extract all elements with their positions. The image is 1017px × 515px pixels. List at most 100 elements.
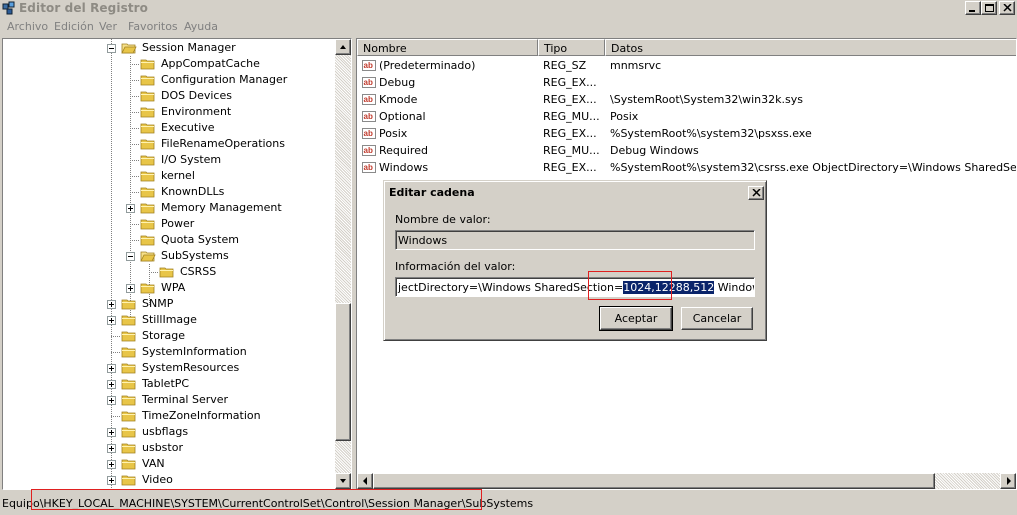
list-scroll-thumb[interactable] bbox=[373, 473, 935, 489]
tree-item[interactable]: FileRenameOperations bbox=[3, 136, 333, 152]
list-horizontal-scrollbar[interactable] bbox=[357, 473, 1016, 489]
scroll-down-button[interactable] bbox=[335, 473, 351, 489]
list-row[interactable]: ab Posix REG_EX... %SystemRoot%\system32\ps… bbox=[357, 125, 1016, 142]
expand-icon[interactable] bbox=[107, 316, 116, 325]
menu-ayuda[interactable]: Ayuda bbox=[184, 20, 218, 33]
tree-item[interactable]: TabletPC bbox=[3, 376, 333, 392]
tree-item-label: SNMP bbox=[142, 297, 174, 310]
tree-connector bbox=[130, 224, 140, 225]
collapse-icon[interactable] bbox=[126, 252, 135, 261]
menu-edicion[interactable]: Edición bbox=[54, 20, 94, 33]
tree-item[interactable]: Configuration Manager bbox=[3, 72, 333, 88]
scroll-left-button[interactable] bbox=[357, 473, 373, 489]
column-header-datos[interactable]: Datos bbox=[605, 39, 1016, 56]
tree-item[interactable]: Executive bbox=[3, 120, 333, 136]
tree-connector bbox=[130, 192, 140, 193]
cancel-button[interactable]: Cancelar bbox=[681, 307, 753, 330]
tree-connector bbox=[130, 64, 140, 65]
tree-item[interactable]: SubSystems bbox=[3, 248, 333, 264]
tree-item[interactable]: Environment bbox=[3, 104, 333, 120]
tree-item[interactable]: usbstor bbox=[3, 440, 333, 456]
tree-item[interactable]: WPA bbox=[3, 280, 333, 296]
column-header-tipo[interactable]: Tipo bbox=[538, 39, 605, 56]
expand-icon[interactable] bbox=[107, 300, 116, 309]
accept-button[interactable]: Aceptar bbox=[599, 306, 673, 331]
folder-icon bbox=[140, 59, 155, 70]
tree-item[interactable]: I/O System bbox=[3, 152, 333, 168]
value-name-text: Windows bbox=[398, 234, 448, 247]
tree-item[interactable]: Memory Management bbox=[3, 200, 333, 216]
tree-item[interactable]: Session Manager bbox=[3, 40, 333, 56]
tree-item[interactable]: kernel bbox=[3, 168, 333, 184]
expand-icon[interactable] bbox=[107, 428, 116, 437]
list-row[interactable]: ab Debug REG_EX... bbox=[357, 74, 1016, 91]
string-value-icon: ab bbox=[362, 111, 376, 122]
tree-item[interactable]: Quota System bbox=[3, 232, 333, 248]
tree-item[interactable]: Storage bbox=[3, 328, 333, 344]
folder-icon bbox=[121, 379, 136, 390]
maximize-button[interactable] bbox=[981, 1, 997, 15]
scroll-up-button[interactable] bbox=[335, 39, 351, 55]
expand-icon[interactable] bbox=[107, 444, 116, 453]
tree-vertical-scrollbar[interactable] bbox=[335, 39, 351, 489]
tree-scroll-thumb[interactable] bbox=[335, 303, 351, 441]
edit-string-dialog: Editar cadena Nombre de valor: Windows I… bbox=[383, 180, 767, 341]
scroll-right-button[interactable] bbox=[1000, 473, 1016, 489]
tree-item-label: I/O System bbox=[161, 153, 222, 166]
expand-icon[interactable] bbox=[107, 396, 116, 405]
value-data-input[interactable]: jectDirectory=\Windows SharedSection=102… bbox=[395, 277, 755, 297]
list-row[interactable]: ab Kmode REG_EX... \SystemRoot\System32\win… bbox=[357, 91, 1016, 108]
tree-item[interactable]: Terminal Server bbox=[3, 392, 333, 408]
list-row[interactable]: ab Required REG_MU... Debug Windows bbox=[357, 142, 1016, 159]
collapse-icon[interactable] bbox=[107, 44, 116, 53]
tree-connector bbox=[111, 352, 121, 353]
cell-type: REG_MU... bbox=[543, 144, 600, 157]
list-row[interactable]: ab Windows REG_EX... %SystemRoot%\system32\… bbox=[357, 159, 1016, 176]
title-bar: Editor del Registro bbox=[0, 0, 1017, 17]
tree-item[interactable]: DOS Devices bbox=[3, 88, 333, 104]
menu-ver[interactable]: Ver bbox=[99, 20, 117, 33]
tree-item[interactable]: Power bbox=[3, 216, 333, 232]
dialog-close-button[interactable] bbox=[748, 186, 764, 200]
tree-item-label: Quota System bbox=[161, 233, 239, 246]
dialog-title: Editar cadena bbox=[389, 186, 475, 199]
tree-item[interactable]: SNMP bbox=[3, 296, 333, 312]
list-row[interactable]: ab (Predeterminado) REG_SZ mnmsrvc bbox=[357, 57, 1016, 74]
menu-archivo[interactable]: Archivo bbox=[7, 20, 48, 33]
tree-item[interactable]: CSRSS bbox=[3, 264, 333, 280]
tree-item[interactable]: StillImage bbox=[3, 312, 333, 328]
tree-item[interactable]: Video bbox=[3, 472, 333, 488]
tree-item[interactable]: usbflags bbox=[3, 424, 333, 440]
string-value-icon: ab bbox=[362, 162, 376, 173]
tree-item[interactable]: SystemInformation bbox=[3, 344, 333, 360]
tree-item-label: StillImage bbox=[142, 313, 197, 326]
cell-name: Required bbox=[379, 144, 428, 157]
tree-item[interactable]: AppCompatCache bbox=[3, 56, 333, 72]
svg-text:ab: ab bbox=[364, 95, 373, 104]
expand-icon[interactable] bbox=[126, 204, 135, 213]
tree-item[interactable]: VAN bbox=[3, 456, 333, 472]
tree-item[interactable]: TimeZoneInformation bbox=[3, 408, 333, 424]
window-title: Editor del Registro bbox=[19, 1, 149, 15]
string-value-icon: ab bbox=[362, 60, 376, 71]
key-tree-pane[interactable]: Session Manager AppCompatCache Configurati… bbox=[2, 38, 352, 490]
list-row[interactable]: ab Optional REG_MU... Posix bbox=[357, 108, 1016, 125]
expand-icon[interactable] bbox=[107, 380, 116, 389]
expand-icon[interactable] bbox=[107, 364, 116, 373]
menu-favoritos[interactable]: Favoritos bbox=[128, 20, 178, 33]
svg-text:ab: ab bbox=[364, 78, 373, 87]
folder-icon bbox=[121, 443, 136, 454]
tree-connector bbox=[149, 272, 159, 273]
value-data-text-before: jectDirectory=\Windows SharedSection= bbox=[398, 281, 624, 294]
expand-icon[interactable] bbox=[107, 476, 116, 485]
minimize-button[interactable] bbox=[965, 1, 981, 15]
folder-icon bbox=[140, 187, 155, 198]
tree-item[interactable]: SystemResources bbox=[3, 360, 333, 376]
expand-icon[interactable] bbox=[107, 460, 116, 469]
column-header-nombre[interactable]: Nombre bbox=[357, 39, 538, 56]
expand-icon[interactable] bbox=[126, 284, 135, 293]
close-button[interactable] bbox=[999, 1, 1015, 15]
tree-item-label: SubSystems bbox=[161, 249, 229, 262]
tree-item-label: SystemInformation bbox=[142, 345, 247, 358]
tree-item[interactable]: KnownDLLs bbox=[3, 184, 333, 200]
